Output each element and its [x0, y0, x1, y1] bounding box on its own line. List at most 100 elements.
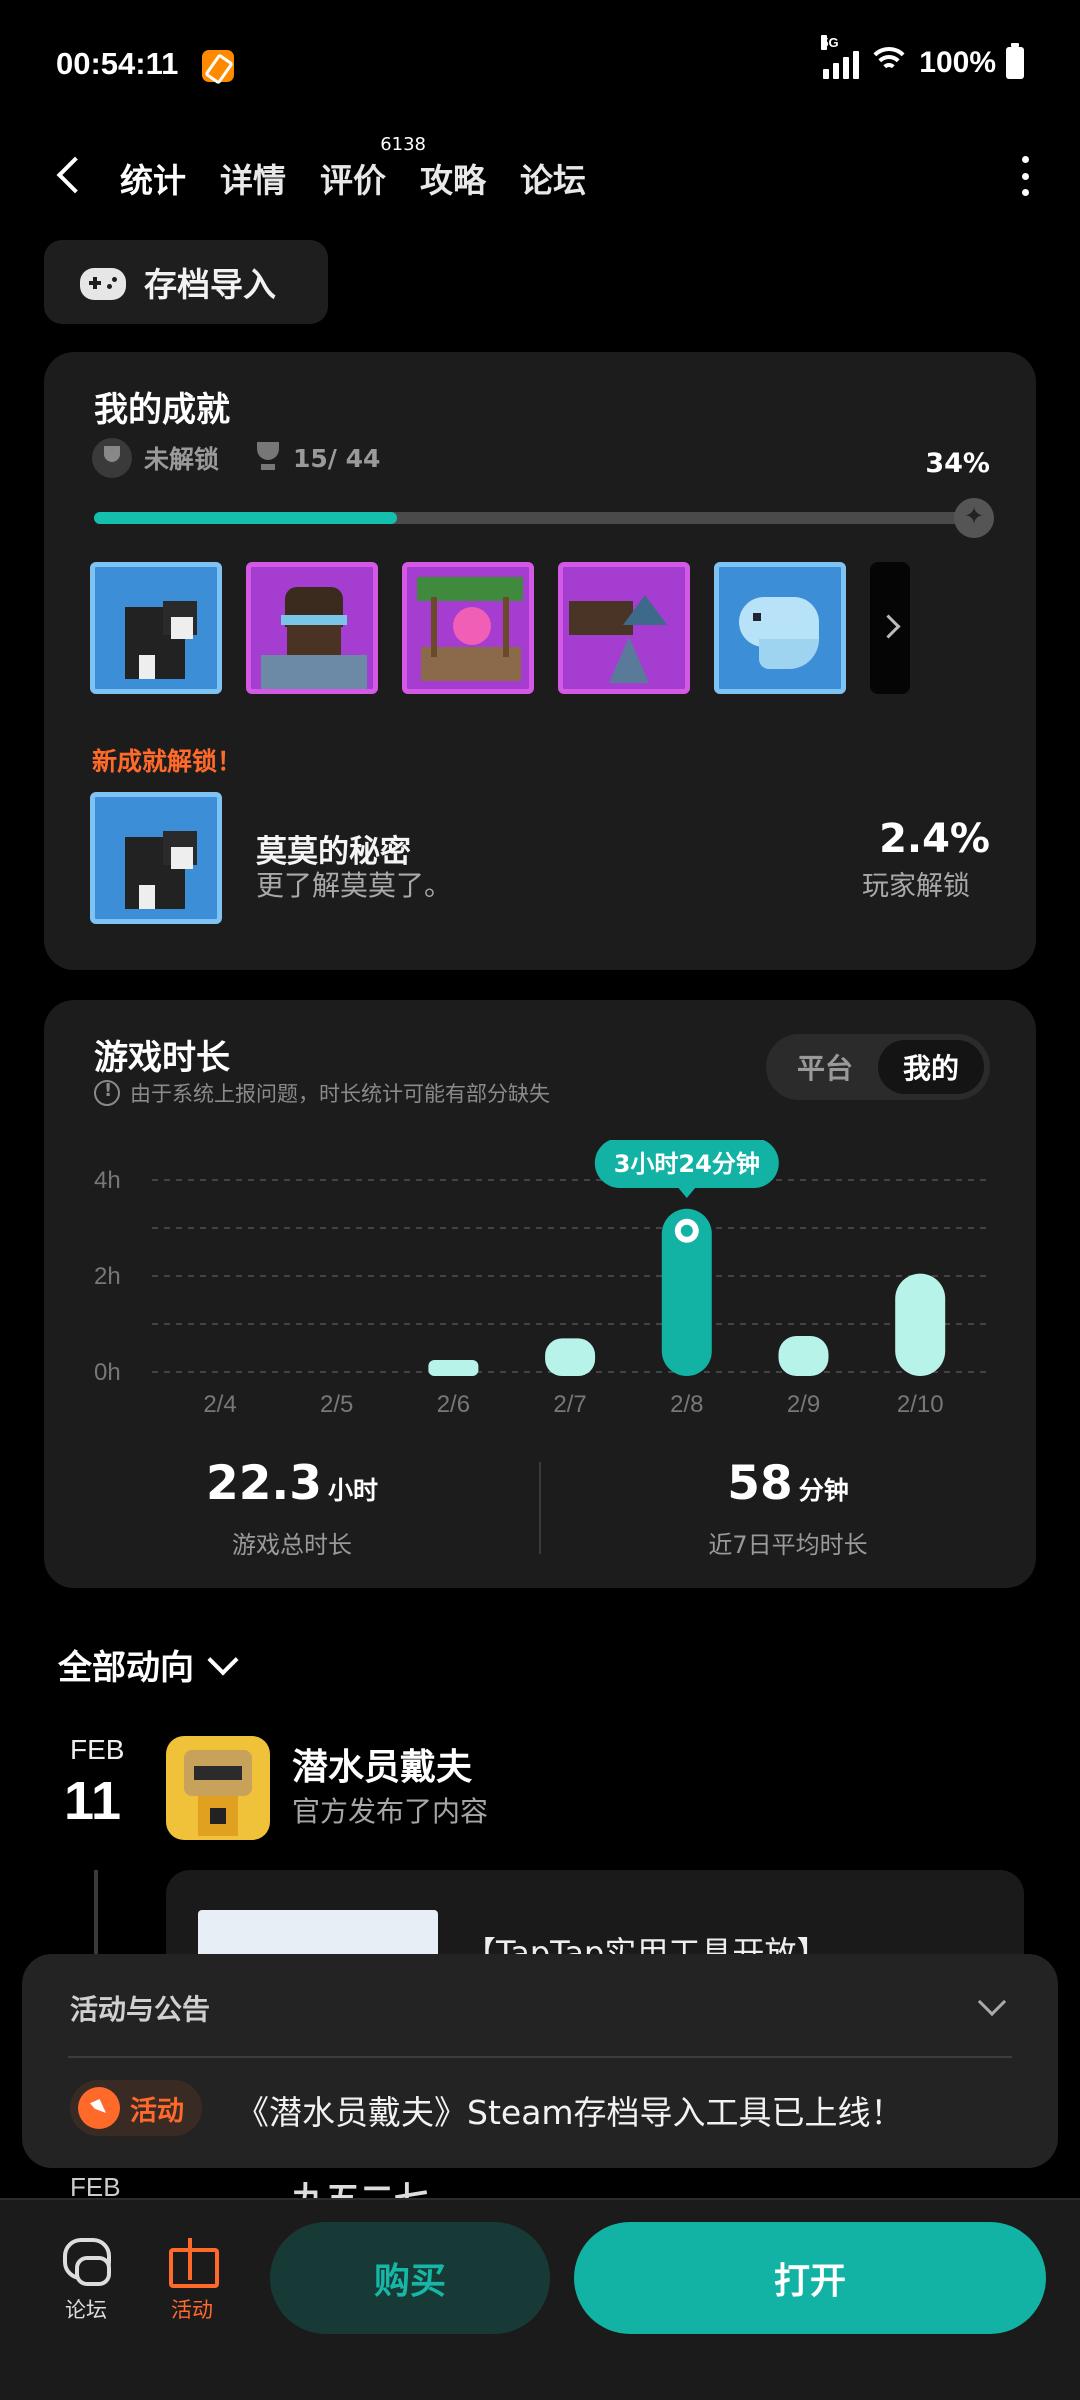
x-tick-label: 2/8: [670, 1391, 703, 1418]
achievement-progress-fill: [94, 512, 397, 524]
new-achievement-label: 新成就解锁！: [92, 747, 243, 776]
y-tick-label: 4h: [94, 1167, 121, 1194]
y-tick-label: 2h: [94, 1263, 121, 1290]
bar-2-6: [428, 1360, 479, 1376]
event-badge-label: 活动: [130, 2095, 184, 2127]
top-nav: 统计 详情 评价 6138 攻略 论坛: [0, 130, 1080, 220]
playtime-card: 游戏时长 由于系统上报问题，时长统计可能有部分缺失 平台 我的 4h 2h 0h 2/…: [44, 1000, 1036, 1588]
battery-percent: 100%: [919, 46, 996, 79]
achievement-count: 15/ 44: [293, 443, 381, 473]
new-achievement-rate-label: 玩家解锁: [862, 871, 970, 902]
save-import-button[interactable]: 存档导入: [44, 240, 328, 324]
wifi-icon: [869, 47, 910, 79]
playtime-notice: 由于系统上报问题，时长统计可能有部分缺失: [94, 1078, 550, 1108]
new-achievement-item[interactable]: [90, 792, 222, 924]
feed-filter-dropdown[interactable]: 全部动向: [58, 1640, 239, 1689]
gift-icon: [165, 2234, 219, 2288]
progress-star-icon: [954, 498, 994, 538]
back-button[interactable]: [50, 152, 90, 198]
save-import-label: 存档导入: [144, 265, 276, 304]
dolphin-achievement-icon[interactable]: [714, 562, 846, 694]
feed-filter-label: 全部动向: [58, 1648, 194, 1688]
achievements-next-arrow-icon[interactable]: [870, 562, 910, 694]
feed-author-name[interactable]: 潜水员戴夫: [292, 1738, 472, 1790]
average-playtime-label: 近7日平均时长: [708, 1531, 868, 1559]
tab-details[interactable]: 详情: [218, 150, 288, 206]
cat-achievement-icon[interactable]: [90, 562, 222, 694]
stall-achievement-icon[interactable]: [402, 562, 534, 694]
tab-guides[interactable]: 攻略: [418, 150, 488, 206]
tab-reviews[interactable]: 评价 6138: [318, 134, 426, 206]
diver-achievement-icon[interactable]: [246, 562, 378, 694]
tooltip-text: 3小时24分钟: [614, 1150, 760, 1178]
toggle-mine[interactable]: 我的: [878, 1040, 984, 1094]
playtime-toggle: 平台 我的: [766, 1034, 990, 1100]
average-playtime: 58 分钟 近7日平均时长: [540, 1456, 1036, 1560]
bar-2-7: [545, 1338, 596, 1376]
bar-marker-inner: [680, 1224, 693, 1237]
average-playtime-value: 58: [727, 1456, 793, 1511]
locked-trophy-icon: [92, 438, 132, 478]
tab-forum[interactable]: 论坛: [518, 150, 588, 206]
locked-label: 未解锁: [144, 445, 220, 474]
feed-month: FEB: [70, 1734, 125, 1765]
event-badge: 活动: [70, 2080, 202, 2136]
status-bar: 00:54:11 5G 100%: [0, 0, 1080, 130]
playtime-notice-text: 由于系统上报问题，时长统计可能有部分缺失: [130, 1082, 550, 1106]
collapse-chevron-icon[interactable]: [977, 1987, 1007, 2017]
bottom-action-bar: 论坛 活动 购买 打开: [0, 2198, 1080, 2400]
status-icons: 5G 100%: [821, 35, 1024, 80]
feed-day: 11: [64, 1771, 122, 1831]
tooltip-pointer: [676, 1186, 697, 1198]
playtime-stats: 22.3 小时 游戏总时长 58 分钟 近7日平均时长: [44, 1456, 1036, 1566]
achievement-percent: 34%: [925, 448, 990, 479]
megaphone-icon: [78, 2087, 120, 2129]
open-button[interactable]: 打开: [574, 2222, 1046, 2334]
bottom-events-button[interactable]: 活动: [152, 2234, 232, 2324]
achievements-card[interactable]: 我的成就 未解锁 15/ 44 34% ✦ 新成就解锁！ 莫莫的秘密 更了解莫莫…: [44, 352, 1036, 970]
cup-icon: [255, 442, 281, 474]
announcement-divider: [68, 2056, 1012, 2058]
x-tick-label: 2/9: [787, 1391, 820, 1418]
achievements-title: 我的成就: [94, 390, 230, 430]
signal-icon: 5G: [821, 35, 860, 79]
dave-the-diver-avatar[interactable]: [166, 1736, 270, 1840]
bottom-events-label: 活动: [171, 2298, 213, 2322]
average-playtime-unit: 分钟: [798, 1476, 849, 1505]
buy-button[interactable]: 购买: [270, 2222, 550, 2334]
feed-subtitle: 官方发布了内容: [292, 1795, 489, 1828]
announcement-title: 活动与公告: [70, 1993, 211, 2026]
bottom-forum-button[interactable]: 论坛: [46, 2234, 126, 2324]
timeline-line: [94, 1870, 98, 1960]
x-tick-label: 2/6: [437, 1391, 470, 1418]
bar-2-9: [778, 1336, 829, 1376]
x-tick-label: 2/10: [897, 1391, 944, 1418]
achievement-progress-bar: [94, 498, 994, 538]
achievement-icons-row: [90, 562, 910, 694]
total-playtime-value: 22.3: [206, 1456, 322, 1511]
x-tick-label: 2/5: [320, 1391, 353, 1418]
status-time: 00:54:11: [56, 46, 179, 81]
new-achievement-rate: 2.4%: [879, 816, 990, 862]
playtime-chart-svg: 4h 2h 0h 2/4 2/5 2/6 2/7 2/8 2/9 2/10 3小时24分钟: [94, 1140, 989, 1418]
taptap-notification-icon: [202, 50, 234, 82]
announcement-message[interactable]: 《潜水员戴夫》Steam存档导入工具已上线！: [236, 2086, 904, 2134]
total-playtime-label: 游戏总时长: [232, 1531, 352, 1559]
tab-stats[interactable]: 统计: [118, 150, 188, 206]
playtime-chart: 4h 2h 0h 2/4 2/5 2/6 2/7 2/8 2/9 2/10 3小时24分钟: [44, 1140, 1036, 1430]
playtime-title: 游戏时长: [94, 1038, 230, 1078]
more-options-icon[interactable]: [1018, 156, 1032, 196]
x-tick-label: 2/7: [553, 1391, 586, 1418]
battery-icon: [1006, 43, 1024, 79]
warning-icon: [94, 1080, 120, 1106]
new-achievement-description: 更了解莫莫了。: [256, 869, 453, 902]
achievement-meta: 未解锁 15/ 44: [92, 438, 380, 478]
toggle-platform[interactable]: 平台: [772, 1040, 878, 1094]
fish-tail-achievement-icon[interactable]: [558, 562, 690, 694]
cat-achievement-icon: [90, 792, 222, 924]
y-tick-label: 0h: [94, 1359, 121, 1386]
x-tick-label: 2/4: [203, 1391, 236, 1418]
bar-2-10: [895, 1273, 946, 1376]
gamepad-icon: [80, 264, 126, 300]
total-playtime: 22.3 小时 游戏总时长: [44, 1456, 540, 1560]
